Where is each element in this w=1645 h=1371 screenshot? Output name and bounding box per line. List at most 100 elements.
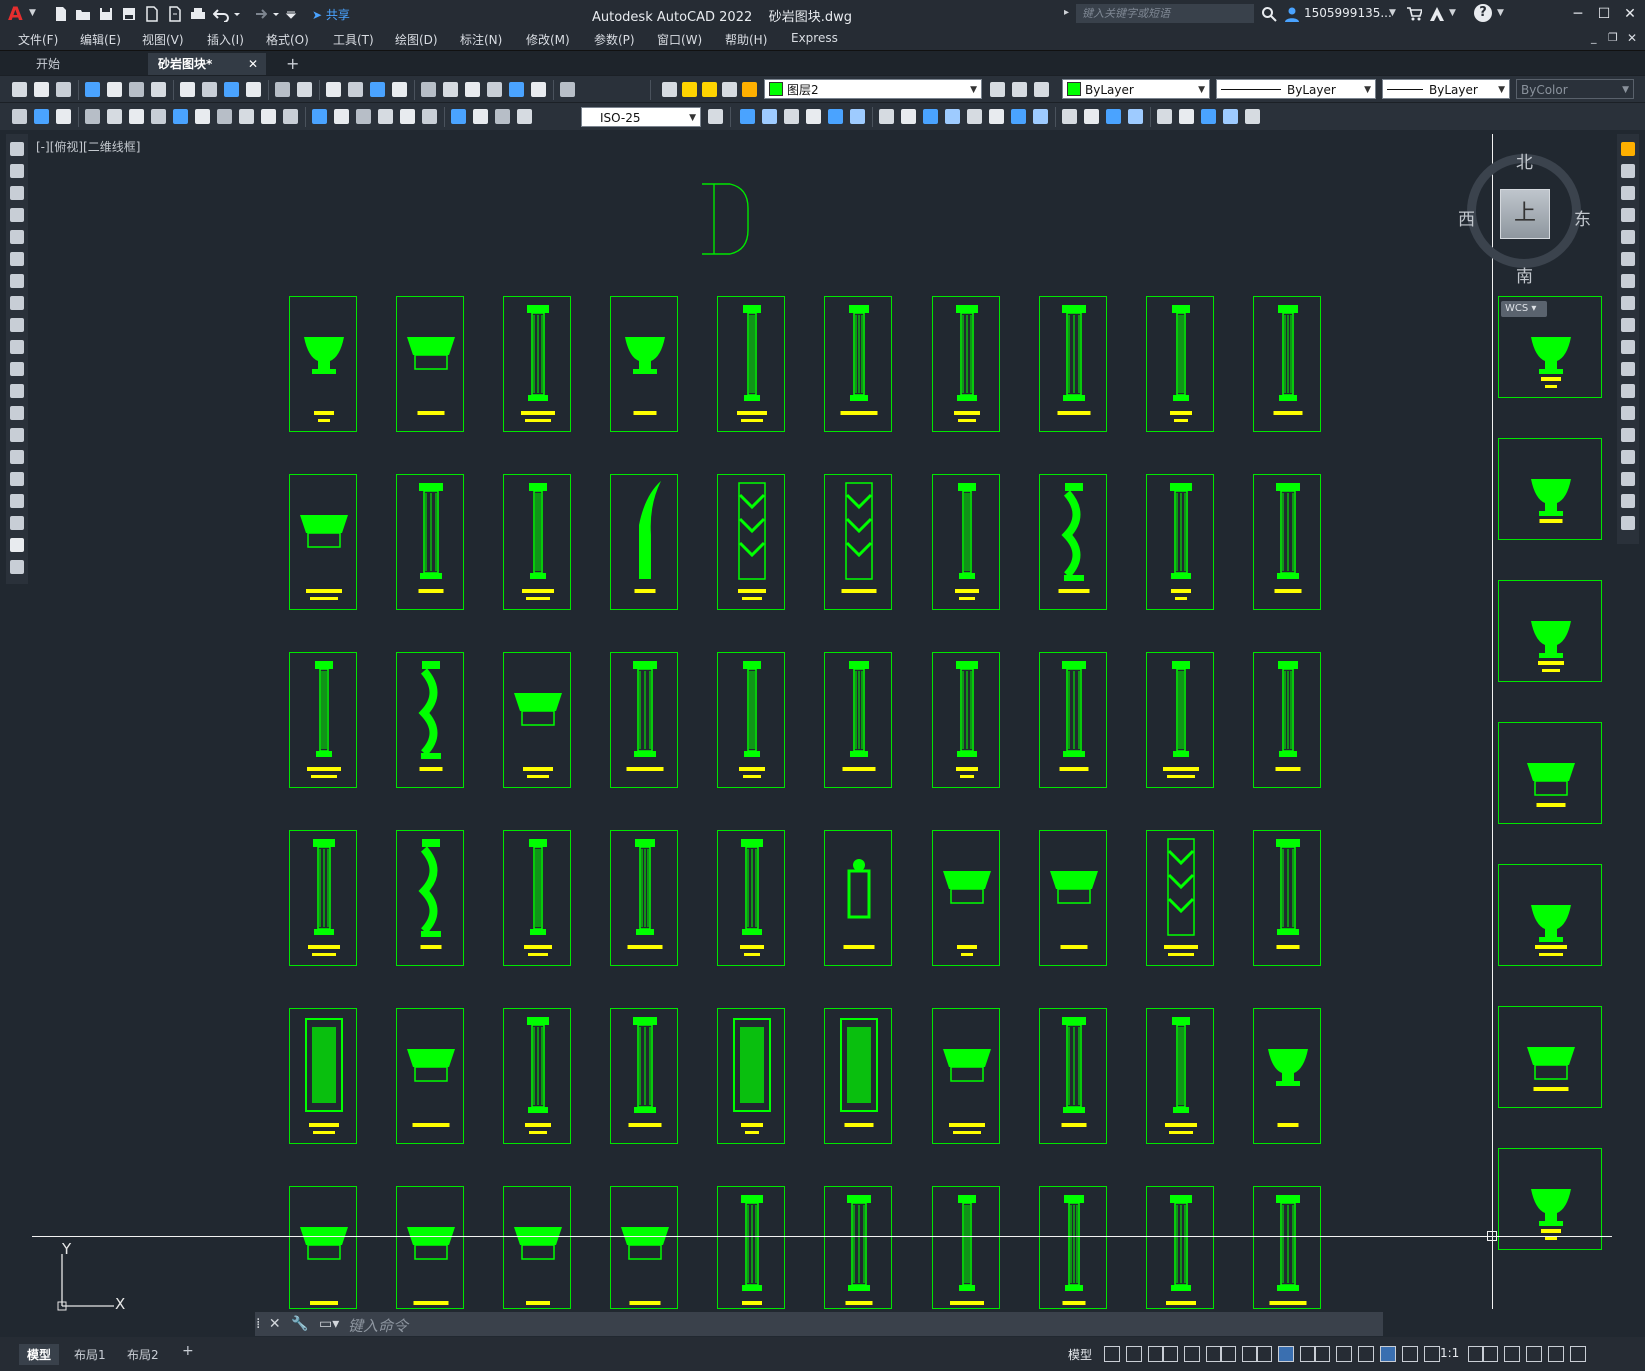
viewcube-east[interactable]: 东 — [1574, 205, 1591, 230]
undo-icon[interactable] — [212, 5, 229, 22]
view-left-icon[interactable] — [828, 109, 843, 124]
block-thumbnail[interactable] — [610, 652, 678, 788]
stretch-icon[interactable] — [1621, 318, 1635, 332]
block-thumbnail[interactable] — [1498, 1148, 1602, 1250]
cut-icon[interactable] — [180, 82, 195, 97]
block-thumbnail[interactable] — [1253, 830, 1321, 966]
plot-icon[interactable] — [189, 5, 206, 22]
help-icon[interactable]: ? — [1474, 4, 1492, 22]
view-back-icon[interactable] — [762, 109, 777, 124]
block-thumbnail[interactable] — [610, 830, 678, 966]
hardware-accel-toggle-icon[interactable] — [1526, 1346, 1542, 1362]
layer-on-icon[interactable] — [682, 82, 697, 97]
help-dropdown-icon[interactable]: ▼ — [1497, 8, 1504, 18]
user-name[interactable]: 1505999135... — [1304, 6, 1392, 20]
angular-icon[interactable] — [239, 109, 254, 124]
view-top-icon[interactable] — [784, 109, 799, 124]
tab-drawing[interactable]: 砂岩图块* ✕ — [148, 53, 266, 75]
block-thumbnail[interactable] — [932, 296, 1000, 432]
render-1-icon[interactable] — [1157, 109, 1172, 124]
polyline-icon[interactable] — [10, 186, 24, 200]
account-dropdown-icon[interactable]: ▼ — [1449, 8, 1456, 18]
doc-minimize-button[interactable]: _ — [1591, 31, 1597, 44]
block-thumbnail[interactable] — [932, 1008, 1000, 1144]
block-thumbnail[interactable] — [1498, 1006, 1602, 1108]
layer-manager-icon[interactable] — [662, 82, 677, 97]
block-thumbnail[interactable] — [1253, 474, 1321, 610]
grid-toggle-icon[interactable] — [1104, 1346, 1120, 1362]
zoom-window-icon[interactable] — [370, 82, 385, 97]
close-window-button[interactable]: ✕ — [1617, 2, 1643, 26]
app-menu-caret-icon[interactable]: ▼ — [29, 8, 36, 18]
center-mark-icon[interactable] — [400, 109, 415, 124]
render-5-icon[interactable] — [1245, 109, 1260, 124]
toolpalette-icon[interactable] — [465, 82, 480, 97]
block-thumbnail[interactable] — [1146, 1186, 1214, 1309]
move-icon[interactable] — [1621, 252, 1635, 266]
block-thumbnail[interactable] — [1498, 722, 1602, 824]
tab-start[interactable]: 开始 — [26, 53, 70, 75]
transparency-toggle-icon[interactable] — [1336, 1346, 1352, 1362]
edit-icon[interactable] — [473, 109, 488, 124]
new-file-icon[interactable] — [52, 5, 69, 22]
inspect-icon[interactable] — [422, 109, 437, 124]
construction-line-icon[interactable] — [10, 164, 24, 178]
wcs-menu[interactable]: WCS ▾ — [1501, 301, 1547, 317]
user-icon[interactable] — [1283, 5, 1300, 22]
menu-file[interactable]: 文件(F) — [18, 31, 58, 48]
block-thumbnail[interactable] — [289, 830, 357, 966]
command-grip-icon[interactable]: ⁞ — [256, 1316, 260, 1332]
layer-freeze-icon[interactable] — [702, 82, 717, 97]
viewcube-top-face[interactable]: 上 — [1500, 189, 1550, 239]
update-icon[interactable] — [517, 109, 532, 124]
point-icon[interactable] — [10, 428, 24, 442]
offset-icon[interactable] — [1621, 208, 1635, 222]
polygon-icon[interactable] — [10, 208, 24, 222]
block-thumbnail[interactable] — [932, 1186, 1000, 1309]
menu-tools[interactable]: 工具(T) — [333, 31, 374, 48]
save-icon[interactable] — [97, 5, 114, 22]
pan-icon[interactable] — [326, 82, 341, 97]
block-thumbnail[interactable] — [503, 1008, 571, 1144]
menu-express[interactable]: Express — [791, 31, 838, 45]
match-icon[interactable] — [246, 82, 261, 97]
layout-tab-2[interactable]: 布局2 — [119, 1344, 167, 1365]
block-thumbnail[interactable] — [503, 652, 571, 788]
view-right-icon[interactable] — [850, 109, 865, 124]
annotation-scale-icon-toggle-icon[interactable] — [1402, 1346, 1418, 1362]
visual-style-2-icon[interactable] — [1084, 109, 1099, 124]
region-icon[interactable] — [10, 494, 24, 508]
save-as-icon[interactable] — [120, 5, 137, 22]
open-icon[interactable] — [34, 82, 49, 97]
menu-dimension[interactable]: 标注(N) — [460, 31, 502, 48]
properties-icon[interactable] — [421, 82, 436, 97]
jogged-linear-icon[interactable] — [451, 109, 466, 124]
radius-icon[interactable] — [173, 109, 188, 124]
camera-icon[interactable] — [989, 109, 1004, 124]
dim-style-manager-icon[interactable] — [708, 109, 723, 124]
keyword-search-input[interactable]: 键入关键字或短语 — [1076, 4, 1254, 23]
menu-edit[interactable]: 编辑(E) — [80, 31, 121, 48]
clean-screen-toggle-icon[interactable] — [1548, 1346, 1564, 1362]
render-2-icon[interactable] — [1179, 109, 1194, 124]
block-thumbnail[interactable] — [824, 1008, 892, 1144]
make-block-icon[interactable] — [10, 406, 24, 420]
block-thumbnail[interactable] — [1253, 296, 1321, 432]
block-thumbnail[interactable] — [1039, 1186, 1107, 1309]
block-thumbnail[interactable] — [1039, 1008, 1107, 1144]
block-thumbnail[interactable] — [396, 296, 464, 432]
block-thumbnail[interactable] — [824, 296, 892, 432]
block-thumbnail[interactable] — [1146, 830, 1214, 966]
command-close-icon[interactable]: ✕ — [269, 1316, 281, 1332]
aligned-icon[interactable] — [107, 109, 122, 124]
line-icon[interactable] — [10, 142, 24, 156]
help-icon[interactable] — [560, 82, 575, 97]
color-dropdown[interactable]: ByLayer ▼ — [1062, 79, 1210, 99]
block-thumbnail[interactable] — [932, 474, 1000, 610]
open-web-icon[interactable] — [143, 5, 160, 22]
lineweight-toggle-icon[interactable] — [1314, 1346, 1330, 1362]
block-thumbnail[interactable] — [717, 1186, 785, 1309]
command-input[interactable]: 键入命令 — [348, 1315, 408, 1336]
lineweight-dropdown[interactable]: ByLayer ▼ — [1382, 79, 1510, 99]
array-icon[interactable] — [1621, 230, 1635, 244]
